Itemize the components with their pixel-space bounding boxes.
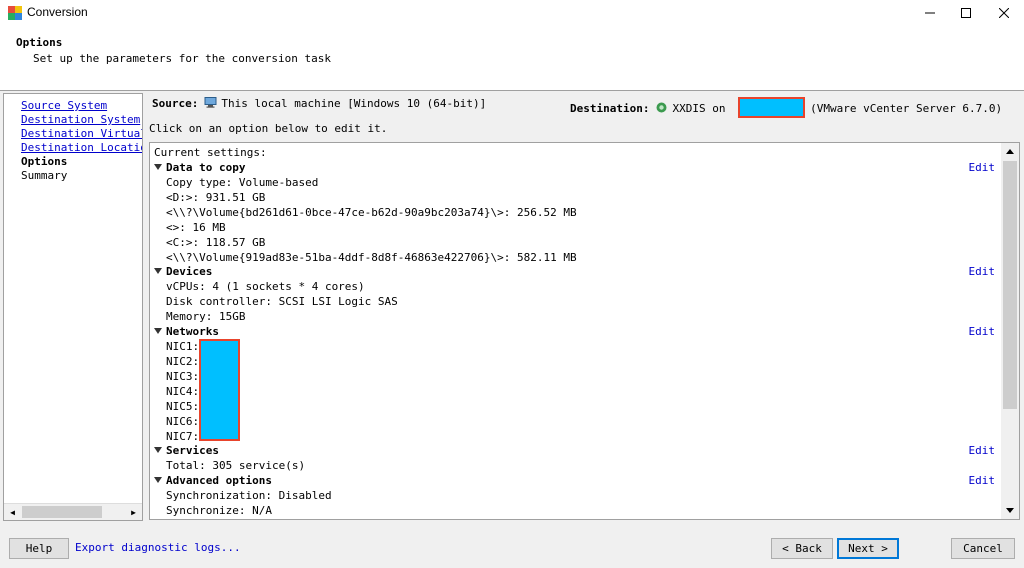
nic-line: NIC3: [166,370,200,383]
section-data-to-copy[interactable]: Data to copy [154,161,245,174]
source-label: Source: [152,97,199,110]
destination-vm-name: XXDIS on [672,102,726,115]
nav-destination-location[interactable]: Destination Location [21,141,142,154]
redacted-host [738,97,806,118]
scroll-left-icon[interactable]: ◀ [4,504,21,520]
setting-line: <C:>: 118.57 GB [166,236,266,249]
settings-panel: Current settings: Data to copy Edit Copy… [149,142,1020,520]
scroll-thumb[interactable] [1003,161,1017,409]
vcenter-icon [656,102,667,113]
wizard-steps-panel: Source System Destination System Destina… [3,93,143,521]
destination-label: Destination: [570,102,650,115]
collapse-icon[interactable] [154,164,162,170]
close-icon [999,8,1009,18]
maximize-icon [961,8,971,18]
wizard-footer: Help Export diagnostic logs... < Back Ne… [0,527,1024,568]
collapse-icon[interactable] [154,477,162,483]
scroll-thumb[interactable] [22,506,102,518]
section-title: Devices [166,265,213,278]
setting-line: Total: 305 service(s) [166,459,306,472]
setting-line: <D:>: 931.51 GB [166,191,266,204]
edit-hint: Click on an option below to edit it. [149,122,388,135]
setting-line: <>: 16 MB [166,221,226,234]
computer-icon [204,97,217,108]
scroll-down-icon[interactable] [1001,502,1019,519]
redacted-networks [199,339,240,441]
setting-line: Disk controller: SCSI LSI Logic SAS [166,295,398,308]
edit-devices[interactable]: Edit [969,265,996,278]
section-devices[interactable]: Devices [154,265,212,278]
edit-networks[interactable]: Edit [969,325,996,338]
settings-heading: Current settings: [154,146,267,159]
nic-line: NIC2: [166,355,200,368]
help-button[interactable]: Help [9,538,69,559]
setting-line: Synchronize: N/A [166,504,272,517]
setting-line: Copy type: Volume-based [166,176,319,189]
nic-line: NIC6: [166,415,200,428]
source-summary: Source: This local machine [Windows 10 (6… [152,97,486,110]
title-bar: Conversion [0,0,1024,26]
nic-line: NIC5: [166,400,200,413]
collapse-icon[interactable] [154,268,162,274]
back-button[interactable]: < Back [771,538,833,559]
page-subtitle: Set up the parameters for the conversion… [33,52,332,65]
section-title: Networks [166,325,219,338]
scroll-right-icon[interactable]: ▶ [125,504,142,520]
nic-line: NIC1: [166,340,200,353]
setting-line: Synchronization: Disabled [166,489,332,502]
wizard-header: Options Set up the parameters for the co… [0,26,1024,91]
vertical-scrollbar[interactable] [1001,143,1019,519]
setting-line: <\\?\Volume{919ad83e-51ba-4ddf-8d8f-4686… [166,251,577,264]
window-title: Conversion [27,5,88,19]
section-networks[interactable]: Networks [154,325,219,338]
collapse-icon[interactable] [154,447,162,453]
destination-server-info: (VMware vCenter Server 6.7.0) [810,102,1003,115]
section-title: Data to copy [166,161,246,174]
nic-line: NIC7: [166,430,200,443]
scroll-up-icon[interactable] [1001,143,1019,160]
app-icon [8,6,22,20]
section-advanced-options[interactable]: Advanced options [154,474,272,487]
page-title: Options [16,36,63,49]
next-button[interactable]: Next > [837,538,899,559]
setting-line: vCPUs: 4 (1 sockets * 4 cores) [166,280,365,293]
edit-advanced-options[interactable]: Edit [969,474,996,487]
close-button[interactable] [986,0,1022,26]
edit-data-to-copy[interactable]: Edit [969,161,996,174]
horizontal-scrollbar[interactable]: ◀ ▶ [4,503,142,520]
nic-line: NIC4: [166,385,200,398]
nav-source-system[interactable]: Source System [21,99,107,112]
nav-destination-virtual-machine[interactable]: Destination Virtual Machine [21,127,142,140]
setting-line: Memory: 15GB [166,310,246,323]
cancel-button[interactable]: Cancel [951,538,1015,559]
section-title: Advanced options [166,474,272,487]
setting-line: <\\?\Volume{bd261d61-0bce-47ce-b62d-90a9… [166,206,577,219]
export-diagnostic-logs-link[interactable]: Export diagnostic logs... [75,541,241,554]
minimize-button[interactable] [912,0,948,26]
nav-options: Options [21,155,68,168]
collapse-icon[interactable] [154,328,162,334]
source-value: This local machine [Windows 10 (64-bit)] [221,97,487,110]
destination-summary: Destination: XXDIS on (VMware vCenter Ser… [570,97,1002,118]
section-services[interactable]: Services [154,444,219,457]
section-title: Services [166,444,219,457]
maximize-button[interactable] [948,0,984,26]
minimize-icon [925,12,935,14]
nav-summary: Summary [21,169,68,182]
edit-services[interactable]: Edit [969,444,996,457]
nav-destination-system[interactable]: Destination System [21,113,140,126]
